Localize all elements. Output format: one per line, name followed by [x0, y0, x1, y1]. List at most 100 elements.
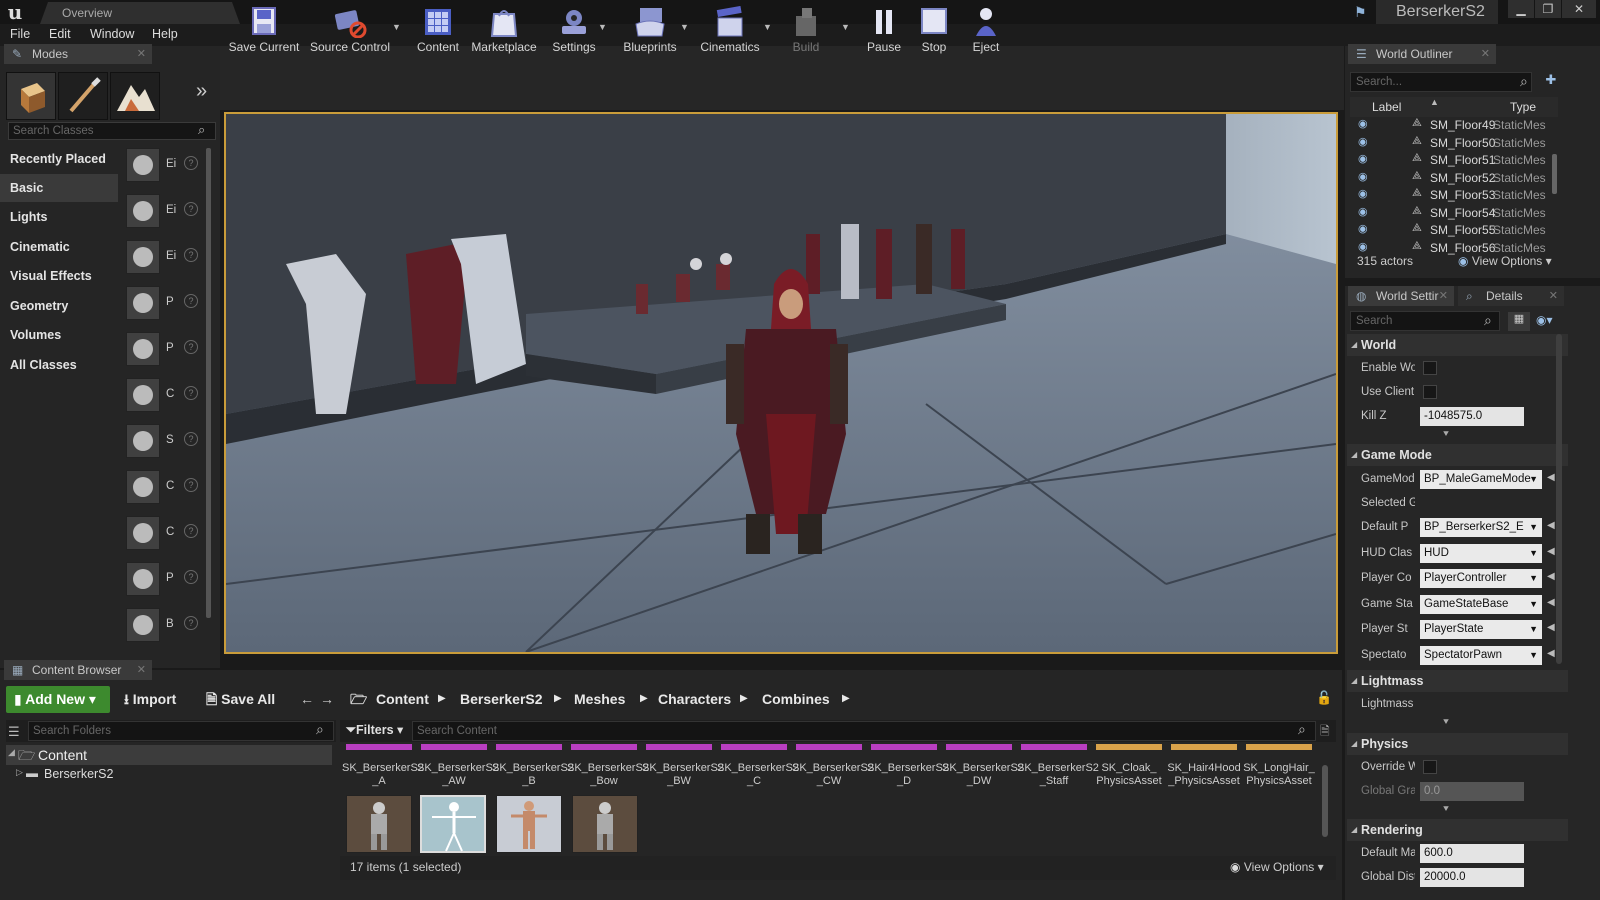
menu-window[interactable]: Window	[90, 27, 134, 41]
unreal-logo-icon[interactable]: u	[4, 1, 26, 23]
asset-label[interactable]: SK_Hair4Hood _PhysicsAsset	[1167, 762, 1241, 788]
class-item-cylinder[interactable]: C?	[124, 466, 202, 510]
hud-class-dropdown[interactable]: HUD ▼	[1420, 544, 1542, 563]
mode-landscape-button[interactable]	[110, 72, 160, 120]
asset-tile-strip[interactable]	[871, 744, 937, 750]
pause-button[interactable]: Pause	[864, 0, 904, 60]
help-icon[interactable]: ?	[184, 478, 198, 492]
search-content-input[interactable]: Search Content	[412, 721, 1316, 741]
tab-overview[interactable]: Overview	[40, 2, 240, 24]
breadcrumb-berserkers2[interactable]: BerserkerS2	[460, 686, 543, 712]
blueprints-button[interactable]: Blueprints	[620, 0, 680, 60]
visibility-eye-icon[interactable]: ◉	[1358, 187, 1368, 200]
help-icon[interactable]: ?	[184, 248, 198, 262]
modes-tab[interactable]: ✎ Modes ✕	[4, 44, 152, 64]
world-settings-tab[interactable]: ◍ World Settir ✕	[1348, 286, 1454, 306]
section-physics[interactable]: ◢ Physics	[1347, 733, 1568, 755]
reset-arrow-icon[interactable]: ◀	[1547, 472, 1555, 483]
build-dropdown-icon[interactable]: ▼	[841, 22, 850, 32]
prop-lightmass-group[interactable]: Lightmass	[1347, 693, 1568, 717]
use-client-checkbox[interactable]	[1423, 385, 1437, 399]
content-view-options[interactable]: ◉ View Options ▾	[1230, 860, 1324, 874]
category-all-classes[interactable]: All Classes	[0, 351, 118, 379]
category-visual-effects[interactable]: Visual Effects	[0, 262, 118, 290]
player-controller-dropdown[interactable]: PlayerController ▼	[1420, 569, 1542, 588]
reset-arrow-icon[interactable]: ◀	[1547, 622, 1555, 633]
import-button[interactable]: ⭳ Import	[124, 686, 176, 712]
asset-label[interactable]: SK_BerserkerS2 _Bow	[567, 762, 649, 788]
asset-tile-strip[interactable]	[571, 744, 637, 750]
asset-thumb-skeleton[interactable]	[346, 795, 412, 853]
help-icon[interactable]: ?	[184, 386, 198, 400]
minimize-button[interactable]: ▁	[1508, 0, 1534, 18]
class-item-box-trigger[interactable]: B?	[124, 604, 202, 648]
mode-paint-button[interactable]	[58, 72, 108, 120]
reset-arrow-icon[interactable]: ◀	[1547, 597, 1555, 608]
visibility-eye-icon[interactable]: ◉	[1358, 222, 1368, 235]
asset-tile-strip[interactable]	[796, 744, 862, 750]
expand-advanced-icon[interactable]: ⯆	[1442, 429, 1450, 440]
folder-icon[interactable]: 🗁	[350, 686, 367, 712]
asset-tile-strip[interactable]	[421, 744, 487, 750]
settings-dropdown-icon[interactable]: ▼	[598, 22, 607, 32]
source-control-button[interactable]: Source Control	[308, 0, 392, 60]
breadcrumb-chevron-icon[interactable]: ▶	[640, 686, 648, 712]
gamemode-dropdown[interactable]: BP_MaleGameMode ▼	[1420, 470, 1542, 489]
game-state-dropdown[interactable]: GameStateBase ▼	[1420, 595, 1542, 614]
tree-item-berserkers2[interactable]: ▷ ▬ BerserkerS2	[14, 766, 332, 784]
asset-tile-strip[interactable]	[721, 744, 787, 750]
col-label[interactable]: Label	[1372, 100, 1401, 114]
breadcrumb-combines[interactable]: Combines	[762, 686, 830, 712]
asset-grid-scrollbar[interactable]	[1322, 765, 1328, 837]
close-tab-icon[interactable]: ✕	[1481, 44, 1490, 64]
save-search-icon[interactable]: 🗎	[1320, 722, 1330, 743]
category-recently-placed[interactable]: Recently Placed	[0, 145, 118, 173]
class-list-scrollbar[interactable]	[206, 148, 211, 618]
eject-button[interactable]: Eject	[964, 0, 1008, 60]
close-button[interactable]: ✕	[1562, 0, 1596, 18]
default-pawn-dropdown[interactable]: BP_BerserkerS2_E ▼	[1420, 518, 1542, 537]
toggle-sources-icon[interactable]: ☰	[8, 724, 20, 740]
outliner-row[interactable]: ◉ ⟁ SM_Floor51 StaticMes	[1350, 152, 1558, 170]
visibility-eye-icon[interactable]: ◉	[1358, 170, 1368, 183]
stop-button[interactable]: Stop	[914, 0, 954, 60]
menu-file[interactable]: File	[10, 27, 30, 41]
details-search-input[interactable]: Search	[1350, 311, 1500, 331]
class-item-empty-character[interactable]: Ei?	[124, 190, 202, 234]
close-tab-icon[interactable]: ✕	[1439, 286, 1448, 306]
close-tab-icon[interactable]: ✕	[137, 660, 146, 680]
outliner-row[interactable]: ◉ ⟁ SM_Floor50 StaticMes	[1350, 135, 1558, 153]
outliner-search-input[interactable]: Search...	[1350, 72, 1532, 92]
mode-place-button[interactable]	[6, 72, 56, 120]
blueprints-dropdown-icon[interactable]: ▼	[680, 22, 689, 32]
breadcrumb-chevron-icon[interactable]: ▶	[554, 686, 562, 712]
reset-arrow-icon[interactable]: ◀	[1547, 648, 1555, 659]
asset-label[interactable]: SK_BerserkerS2 _CW	[792, 762, 874, 788]
asset-label[interactable]: SK_LongHair_ PhysicsAsset	[1242, 762, 1316, 788]
category-lights[interactable]: Lights	[0, 203, 118, 231]
asset-thumb-body[interactable]	[496, 795, 562, 853]
player-state-dropdown[interactable]: PlayerState ▼	[1420, 620, 1542, 639]
outliner-row[interactable]: ◉ ⟁ SM_Floor55 StaticMes	[1350, 222, 1558, 240]
breadcrumb-content[interactable]: Content	[376, 686, 429, 712]
visibility-eye-icon[interactable]: ◉	[1358, 117, 1368, 130]
outliner-view-options[interactable]: ◉ View Options ▾	[1458, 254, 1552, 268]
class-item-sphere[interactable]: S?	[124, 420, 202, 464]
search-folders-input[interactable]: Search Folders	[28, 721, 334, 741]
cinematics-dropdown-icon[interactable]: ▼	[763, 22, 772, 32]
asset-label[interactable]: SK_BerserkerS2 _C	[717, 762, 799, 788]
class-item-player-start[interactable]: P?	[124, 328, 202, 372]
class-item-cube[interactable]: C?	[124, 374, 202, 418]
kill-z-field[interactable]: -1048575.0	[1420, 407, 1524, 426]
asset-label[interactable]: SK_BerserkerS2 _A	[342, 762, 424, 788]
class-item-empty-pawn[interactable]: Ei?	[124, 236, 202, 280]
help-icon[interactable]: ?	[184, 156, 198, 170]
reset-arrow-icon[interactable]: ◀	[1547, 571, 1555, 582]
default-max-field[interactable]: 600.0	[1420, 844, 1524, 863]
class-item-plane[interactable]: P?	[124, 558, 202, 602]
class-item-point-light[interactable]: P?	[124, 282, 202, 326]
outliner-row[interactable]: ◉ ⟁ SM_Floor53 StaticMes	[1350, 187, 1558, 205]
visibility-eye-icon[interactable]: ◉	[1358, 135, 1368, 148]
help-icon[interactable]: ?	[184, 524, 198, 538]
asset-tile-strip[interactable]	[1171, 744, 1237, 750]
